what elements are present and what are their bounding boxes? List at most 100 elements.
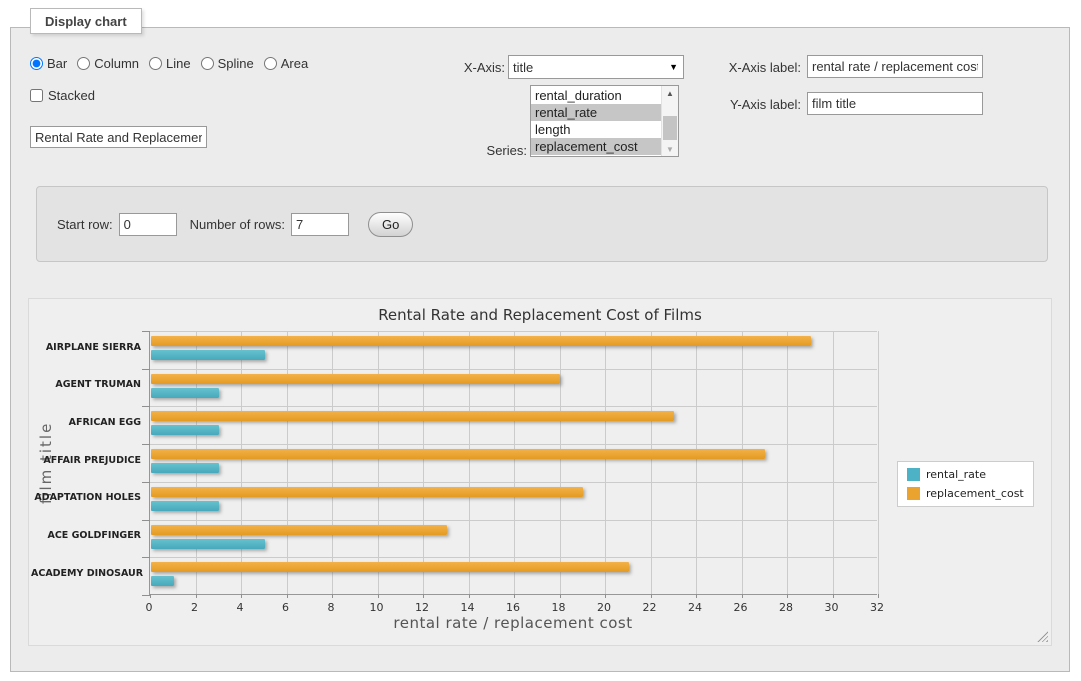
series-option-replacement_cost[interactable]: replacement_cost <box>531 138 661 155</box>
x-tick-label: 0 <box>146 601 153 614</box>
x-tick-mark <box>378 594 379 598</box>
x-tick-label: 20 <box>597 601 611 614</box>
bar-rental_rate[interactable] <box>151 388 219 398</box>
category-label: AFFAIR PREJUDICE <box>31 455 141 466</box>
x-axis-title: rental rate / replacement cost <box>149 614 877 632</box>
legend-swatch-icon <box>907 468 920 481</box>
x-tick-mark <box>878 594 879 598</box>
gridline-x <box>833 331 834 594</box>
chart-type-label: Line <box>166 56 191 71</box>
chart-type-radio-bar[interactable] <box>30 57 43 70</box>
stacked-checkbox[interactable] <box>30 89 43 102</box>
scroll-down-icon[interactable]: ▼ <box>662 142 678 156</box>
start-row-label: Start row: <box>57 217 113 232</box>
y-axis-label-input[interactable] <box>807 92 983 115</box>
chart-legend: rental_rate replacement_cost <box>897 461 1034 507</box>
chart-type-label: Bar <box>47 56 67 71</box>
bar-replacement_cost[interactable] <box>151 525 447 535</box>
series-options: rental_durationrental_ratelengthreplacem… <box>531 86 661 156</box>
display-chart-page: Display chart BarColumnLineSplineArea St… <box>0 0 1081 681</box>
x-tick-mark <box>287 594 288 598</box>
gridline-y <box>150 444 877 445</box>
chart-type-radio-column[interactable] <box>77 57 90 70</box>
x-tick-label: 4 <box>237 601 244 614</box>
resize-handle-icon[interactable] <box>1037 631 1048 642</box>
y-axis-label-field-label: Y-Axis label: <box>700 97 801 112</box>
gridline-x <box>469 331 470 594</box>
bar-rental_rate[interactable] <box>151 463 219 473</box>
gridline-y <box>150 406 877 407</box>
x-tick-label: 14 <box>461 601 475 614</box>
series-option-rental_rate[interactable]: rental_rate <box>531 104 661 121</box>
x-tick-mark <box>605 594 606 598</box>
start-row-input[interactable] <box>119 213 177 236</box>
chart-type-radio-area[interactable] <box>264 57 277 70</box>
x-tick-label: 2 <box>191 601 198 614</box>
legend-label: replacement_cost <box>926 487 1024 500</box>
scroll-up-icon[interactable]: ▲ <box>662 86 678 100</box>
category-label: AIRPLANE SIERRA <box>31 342 141 353</box>
bar-rental_rate[interactable] <box>151 539 265 549</box>
bar-replacement_cost[interactable] <box>151 449 765 459</box>
bar-replacement_cost[interactable] <box>151 336 811 346</box>
chart-type-radiogroup: Bar Column Line Spline Area <box>30 56 308 71</box>
y-tick-mark <box>142 557 150 558</box>
x-tick-label: 12 <box>415 601 429 614</box>
x-tick-label: 26 <box>734 601 748 614</box>
bar-replacement_cost[interactable] <box>151 411 674 421</box>
x-tick-mark <box>150 594 151 598</box>
bar-rental_rate[interactable] <box>151 576 174 586</box>
chart-type-radio-line[interactable] <box>149 57 162 70</box>
x-tick-mark <box>651 594 652 598</box>
legend-item-replacement_cost[interactable]: replacement_cost <box>907 487 1024 500</box>
bar-rental_rate[interactable] <box>151 501 219 511</box>
chart-type-option-line[interactable]: Line <box>149 56 191 71</box>
y-tick-mark <box>142 444 150 445</box>
x-axis-label-input[interactable] <box>807 55 983 78</box>
y-tick-mark <box>142 595 150 596</box>
x-axis-label-field-label: X-Axis label: <box>700 60 801 75</box>
x-tick-mark <box>560 594 561 598</box>
bar-replacement_cost[interactable] <box>151 374 560 384</box>
bar-rental_rate[interactable] <box>151 425 219 435</box>
legend-item-rental_rate[interactable]: rental_rate <box>907 468 1024 481</box>
chart-type-radio-spline[interactable] <box>201 57 214 70</box>
gridline-y <box>150 331 877 332</box>
num-rows-input[interactable] <box>291 213 349 236</box>
series-listbox[interactable]: rental_durationrental_ratelengthreplacem… <box>530 85 679 157</box>
gridline-y <box>150 482 877 483</box>
bar-replacement_cost[interactable] <box>151 562 629 572</box>
series-scrollbar[interactable]: ▲ ▼ <box>661 86 678 156</box>
x-tick-label: 30 <box>825 601 839 614</box>
x-axis-select[interactable]: title <box>508 55 684 79</box>
x-axis-select-wrap: title ▼ <box>508 55 684 79</box>
stacked-option[interactable]: Stacked <box>30 88 95 103</box>
scrollbar-thumb[interactable] <box>663 116 677 140</box>
chart-type-option-bar[interactable]: Bar <box>30 56 67 71</box>
legend-swatch-icon <box>907 487 920 500</box>
gridline-x <box>287 331 288 594</box>
x-tick-label: 32 <box>870 601 884 614</box>
category-label: ACE GOLDFINGER <box>31 530 141 541</box>
y-tick-mark <box>142 369 150 370</box>
chart-title-input[interactable] <box>30 126 207 148</box>
chart-type-option-column[interactable]: Column <box>77 56 139 71</box>
x-tick-mark <box>742 594 743 598</box>
series-option-length[interactable]: length <box>531 121 661 138</box>
bar-replacement_cost[interactable] <box>151 487 583 497</box>
gridline-x <box>514 331 515 594</box>
series-field-label: Series: <box>430 143 527 158</box>
gridline-x <box>605 331 606 594</box>
bar-rental_rate[interactable] <box>151 350 265 360</box>
series-option-rental_duration[interactable]: rental_duration <box>531 87 661 104</box>
x-axis-field-label: X-Axis: <box>430 60 505 75</box>
gridline-y <box>150 520 877 521</box>
gridline-y <box>150 557 877 558</box>
chart-type-option-spline[interactable]: Spline <box>201 56 254 71</box>
category-label: AFRICAN EGG <box>31 417 141 428</box>
gridline-x <box>560 331 561 594</box>
go-button[interactable]: Go <box>368 212 413 237</box>
x-tick-label: 18 <box>552 601 566 614</box>
chart-type-option-area[interactable]: Area <box>264 56 308 71</box>
y-tick-mark <box>142 406 150 407</box>
